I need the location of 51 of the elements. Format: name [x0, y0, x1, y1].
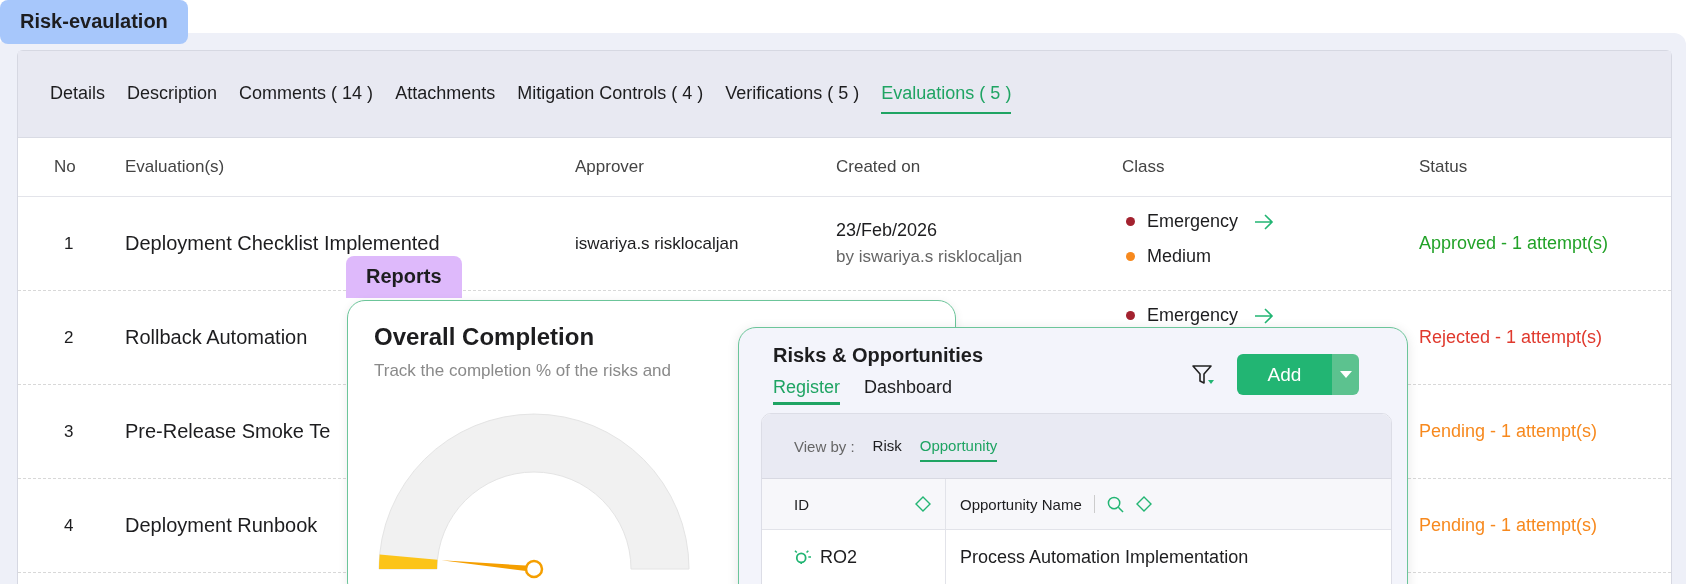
- column-header: Class: [1122, 157, 1166, 177]
- sort-icon[interactable]: [915, 496, 931, 512]
- status-text: Rejected - 1 attempt(s): [1419, 327, 1603, 348]
- table-cell-text: 23/Feb/2026: [836, 220, 939, 241]
- arrow-right-icon[interactable]: [1254, 307, 1275, 324]
- tab[interactable]: Dashboard: [864, 377, 953, 405]
- search-icon[interactable]: [1106, 495, 1124, 513]
- table-cell: Process Automation Implementation: [960, 546, 1249, 568]
- card-title: Risks & Opportunities: [773, 344, 984, 367]
- lightbulb-icon: [794, 549, 812, 565]
- page-label: Risk-evaulation: [0, 0, 188, 44]
- status-text: Pending - 1 attempt(s): [1419, 515, 1598, 536]
- status-text: Approved - 1 attempt(s): [1419, 233, 1609, 254]
- column-header: No: [54, 157, 77, 177]
- column-header: Status: [1419, 157, 1469, 177]
- view-tab[interactable]: Risk: [872, 430, 902, 462]
- table-cell: iswariya.s risklocaljan: [575, 233, 739, 253]
- table-cell: Deployment Runbook: [125, 514, 318, 537]
- column-header: Evaluation(s): [125, 157, 226, 177]
- class-label: Emergency: [1147, 211, 1239, 232]
- tab[interactable]: Mitigation Controls ( 4 ): [517, 74, 704, 114]
- tab[interactable]: Comments ( 14 ): [239, 74, 374, 114]
- table-cell: Rollback Automation: [125, 326, 308, 349]
- table-cell-text: by iswariya.s risklocaljan: [836, 247, 1024, 267]
- card-title: Overall Completion: [374, 323, 596, 351]
- table-cell: Pre-Release Smoke Te: [125, 420, 331, 443]
- reports-label: Reports: [346, 256, 462, 298]
- tab[interactable]: Verifications ( 5 ): [725, 74, 860, 114]
- tab[interactable]: Details: [50, 74, 106, 114]
- table-cell-text: 2: [63, 327, 74, 348]
- column-header: Created on: [836, 157, 922, 177]
- view-by-label: View by :: [794, 437, 855, 455]
- class-label: Emergency: [1147, 305, 1239, 326]
- tab[interactable]: Attachments: [395, 74, 496, 114]
- table-cell: Deployment Checklist Implemented: [125, 232, 440, 255]
- table-cell-text: 1: [63, 233, 74, 254]
- table-cell: RO2: [820, 546, 857, 568]
- dropdown-button[interactable]: [1332, 354, 1359, 395]
- filter-icon[interactable]: [1191, 363, 1215, 386]
- column-header: Opportunity Name: [960, 495, 1082, 513]
- column-header: Approver: [575, 157, 645, 177]
- table-cell-text: 4: [63, 515, 74, 536]
- table-cell-text: 3: [63, 421, 74, 442]
- caret-icon[interactable]: [1339, 370, 1352, 379]
- column-header: ID: [794, 495, 809, 513]
- card-subtitle: Track the completion % of the risks and: [374, 361, 672, 381]
- arrow-right-icon[interactable]: [1254, 213, 1275, 230]
- class-label: Medium: [1147, 246, 1212, 267]
- sort-icon[interactable]: [1135, 496, 1152, 512]
- status-text: Pending - 1 attempt(s): [1419, 421, 1598, 442]
- tab[interactable]: Description: [127, 74, 218, 114]
